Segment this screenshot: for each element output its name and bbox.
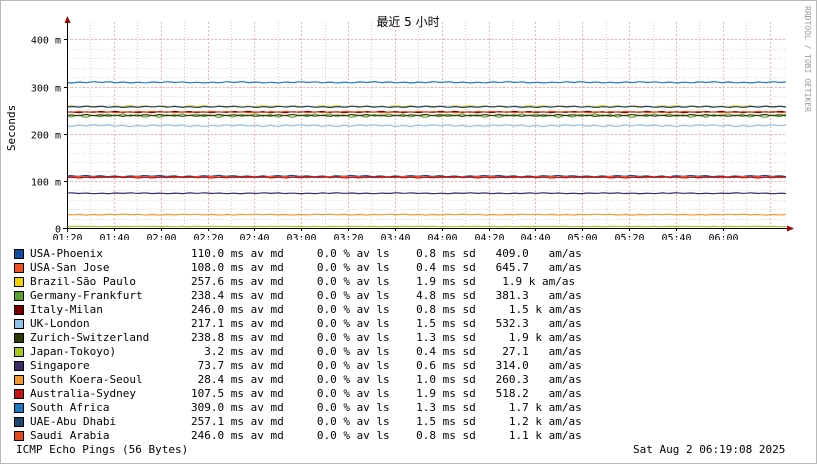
legend-label: USA-San Jose: [30, 261, 110, 274]
series-line: [66, 192, 787, 195]
series-lines: [66, 80, 787, 228]
legend-label: South Africa: [30, 401, 110, 414]
chart-title: 最近 5 小时: [376, 15, 439, 29]
legend-label: UK-London: [30, 317, 90, 330]
series-line: [66, 80, 787, 84]
x-tick-label: 04:20: [474, 233, 504, 240]
legend-stats: 309.0 ms av md 0.0 % av ls 1.3 ms sd 1.7…: [191, 401, 582, 414]
legend-swatch: [14, 347, 24, 357]
legend-stats: 257.6 ms av md 0.0 % av ls 1.9 ms sd 1.9…: [191, 275, 576, 288]
tick-labels: 0100 m200 m300 m400 m01:20 01:40 02:00 02:2…: [31, 36, 739, 241]
footer-title: ICMP Echo Pings (56 Bytes): [16, 443, 189, 456]
x-axis-arrow: [787, 225, 794, 232]
legend-label: Zurich-Switzerland: [30, 331, 150, 344]
legend-label: USA-Phoenix: [30, 247, 103, 260]
legend-stats: 108.0 ms av md 0.0 % av ls 0.4 ms sd 645…: [191, 261, 582, 274]
ping-chart: 最近 5 小时 Seconds RRDTOOL / TOBI OETIKER 0…: [5, 6, 812, 241]
x-tick-label: 04:40: [520, 233, 550, 240]
legend-label: South Koera-Seoul: [30, 373, 143, 386]
x-tick-label: 01:40: [99, 233, 129, 240]
y-axis-label: Seconds: [5, 105, 18, 151]
legend-swatch: [14, 263, 24, 273]
x-tick-label: 03:00: [286, 233, 316, 240]
axes: [63, 16, 794, 232]
grid-lines: [67, 22, 786, 228]
legend-label: Saudi Arabia: [30, 429, 110, 442]
x-tick-label: 03:20: [333, 233, 363, 240]
legend-stats: 73.7 ms av md 0.0 % av ls 0.6 ms sd 314.…: [191, 359, 582, 372]
footer-date: Sat Aug 2 06:19:08 2025: [633, 443, 786, 456]
legend-swatch: [14, 375, 24, 385]
legend-label: Germany-Frankfurt: [30, 289, 143, 302]
legend-label: UAE-Abu Dhabi: [30, 415, 117, 428]
legend-stats: 238.4 ms av md 0.0 % av ls 4.8 ms sd 381…: [191, 289, 582, 302]
series-line: [66, 124, 787, 128]
x-tick-label: 01:20: [52, 233, 82, 240]
series-line: [66, 213, 787, 216]
y-tick-label: 200 m: [31, 131, 61, 142]
y-tick-label: 400 m: [31, 36, 61, 47]
legend-stats: 238.8 ms av md 0.0 % av ls 1.3 ms sd 1.9…: [191, 331, 582, 344]
watermark: RRDTOOL / TOBI OETIKER: [803, 6, 812, 112]
legend-stats: 28.4 ms av md 0.0 % av ls 1.0 ms sd 260.…: [191, 373, 582, 386]
legend-label: Australia-Sydney: [30, 387, 136, 400]
legend-swatch: [14, 305, 24, 315]
legend-swatch: [14, 249, 24, 259]
legend-swatch: [14, 277, 24, 287]
legend-label: Singapore: [30, 359, 90, 372]
legend-swatch: [14, 291, 24, 301]
legend-stats: 217.1 ms av md 0.0 % av ls 1.5 ms sd 532…: [191, 317, 582, 330]
legend-swatch: [14, 361, 24, 371]
legend-swatch: [14, 333, 24, 343]
x-tick-label: 02:00: [146, 233, 176, 240]
x-tick-label: 06:00: [708, 233, 738, 240]
y-tick-label: 100 m: [31, 178, 61, 189]
y-tick-label: 300 m: [31, 84, 61, 95]
legend-swatch: [14, 431, 24, 441]
legend-swatch: [14, 319, 24, 329]
x-tick-label: 02:20: [193, 233, 223, 240]
legend-swatch: [14, 389, 24, 399]
legend-swatch: [14, 403, 24, 413]
legend-stats: 3.2 ms av md 0.0 % av ls 0.4 ms sd 27.1 …: [191, 345, 582, 358]
x-tick-label: 04:00: [427, 233, 457, 240]
legend-stats: 246.0 ms av md 0.0 % av ls 0.8 ms sd 1.1…: [191, 429, 582, 442]
legend-label: Italy-Milan: [30, 303, 103, 316]
x-tick-label: 03:40: [380, 233, 410, 240]
legend-stats: 257.1 ms av md 0.0 % av ls 1.5 ms sd 1.2…: [191, 415, 582, 428]
legend-label: Brazil-São Paulo: [30, 275, 136, 288]
legend-stats: 246.0 ms av md 0.0 % av ls 0.8 ms sd 1.5…: [191, 303, 582, 316]
x-tick-label: 02:40: [239, 233, 269, 240]
x-tick-label: 05:20: [614, 233, 644, 240]
legend-label: Japan-Tokoyo): [30, 345, 117, 358]
legend-stats: 107.5 ms av md 0.0 % av ls 1.9 ms sd 518…: [191, 387, 582, 400]
x-tick-label: 05:00: [567, 233, 597, 240]
y-axis-arrow: [64, 16, 71, 23]
legend-stats: 110.0 ms av md 0.0 % av ls 0.8 ms sd 409…: [191, 247, 582, 260]
legend-swatch: [14, 417, 24, 427]
x-tick-label: 05:40: [661, 233, 691, 240]
